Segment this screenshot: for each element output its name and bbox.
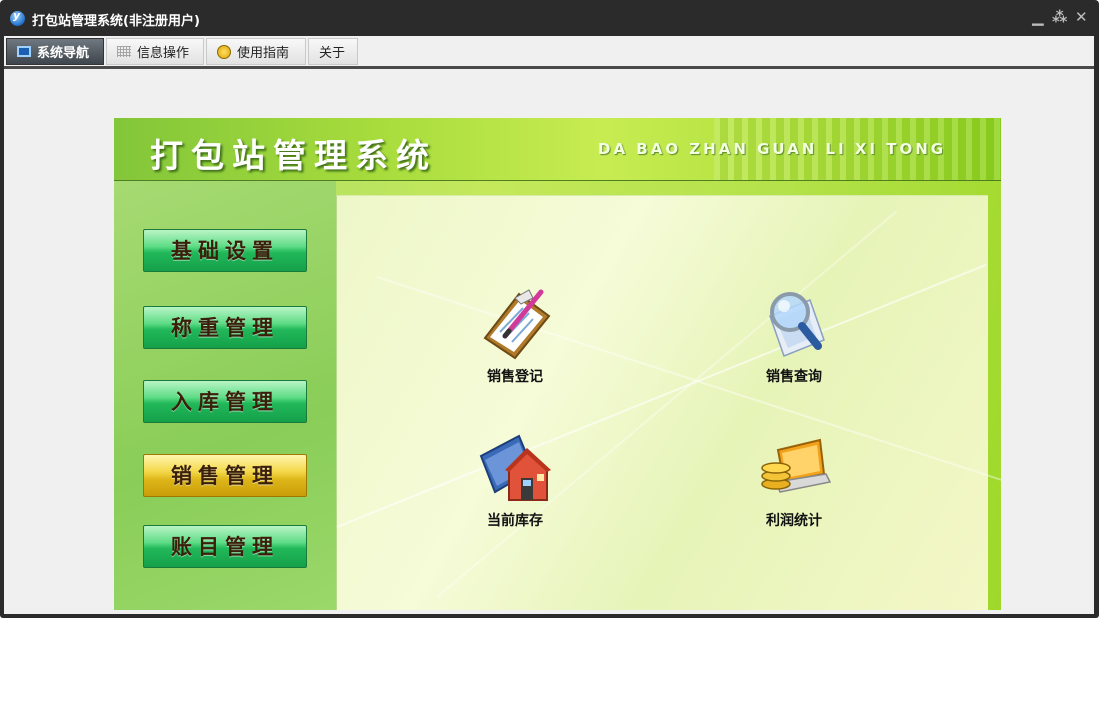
- feature-profit-stats[interactable]: 利润统计: [734, 430, 854, 530]
- house-book-icon: [479, 434, 551, 501]
- nav-button-accounts[interactable]: 账目管理: [143, 525, 307, 568]
- feature-area: 销售登记 销售查询 当前库存 利润统计: [336, 195, 1001, 610]
- window-title: 打包站管理系统(非注册用户): [32, 14, 200, 29]
- banner: 打包站管理系统 DA BAO ZHAN GUAN LI XI TONG: [114, 118, 1001, 181]
- nav-button-inbound[interactable]: 入库管理: [143, 380, 307, 423]
- menu-bar: 系统导航 信息操作 使用指南 关于: [4, 36, 1094, 69]
- nav-button-sales[interactable]: 销售管理: [143, 454, 307, 497]
- clipboard-pen-icon: [483, 289, 551, 360]
- close-icon[interactable]: ✕: [1075, 8, 1088, 26]
- menu-item-about[interactable]: 关于: [308, 38, 358, 65]
- feature-sales-query[interactable]: 销售查询: [734, 286, 854, 386]
- magnifier-icon: [769, 292, 825, 357]
- title-bar[interactable]: 打包站管理系统(非注册用户) ▁ ⁂ ✕: [0, 0, 1099, 36]
- menu-item-label: 信息操作: [137, 46, 190, 61]
- feature-sales-register[interactable]: 销售登记: [455, 286, 575, 386]
- monitor-icon: [17, 46, 31, 57]
- menu-item-system-nav[interactable]: 系统导航: [6, 38, 104, 65]
- feature-label: 销售登记: [487, 369, 543, 385]
- menu-item-label: 使用指南: [237, 46, 290, 61]
- coins-laptop-icon: [761, 438, 832, 493]
- grid-icon: [117, 46, 131, 57]
- banner-title: 打包站管理系统: [150, 136, 437, 175]
- restore-icon[interactable]: ⁂: [1052, 8, 1067, 26]
- guide-icon: [217, 44, 231, 59]
- menu-item-user-guide[interactable]: 使用指南: [206, 38, 306, 65]
- menu-item-label: 关于: [319, 46, 346, 61]
- app-window: 打包站管理系统(非注册用户) ▁ ⁂ ✕ 系统导航 信息操作 使用指南 关于 打…: [0, 0, 1099, 618]
- feature-label: 利润统计: [766, 513, 822, 529]
- main-panel: 打包站管理系统 DA BAO ZHAN GUAN LI XI TONG 基础设置…: [114, 118, 1001, 610]
- light-beam: [436, 210, 898, 598]
- feature-current-stock[interactable]: 当前库存: [455, 430, 575, 530]
- feature-label: 销售查询: [766, 369, 822, 385]
- nav-button-weighing[interactable]: 称重管理: [143, 306, 307, 349]
- light-beam: [336, 263, 987, 528]
- content-area: 打包站管理系统 DA BAO ZHAN GUAN LI XI TONG 基础设置…: [4, 69, 1094, 614]
- minimize-icon[interactable]: ▁: [1032, 8, 1044, 26]
- menu-item-label: 系统导航: [37, 46, 90, 61]
- app-logo-icon: [10, 9, 25, 26]
- menu-item-info-ops[interactable]: 信息操作: [106, 38, 204, 65]
- nav-button-basic-settings[interactable]: 基础设置: [143, 229, 307, 272]
- banner-subtitle: DA BAO ZHAN GUAN LI XI TONG: [598, 140, 947, 158]
- feature-label: 当前库存: [487, 513, 543, 529]
- nav-column: 基础设置 称重管理 入库管理 销售管理 账目管理: [114, 181, 336, 610]
